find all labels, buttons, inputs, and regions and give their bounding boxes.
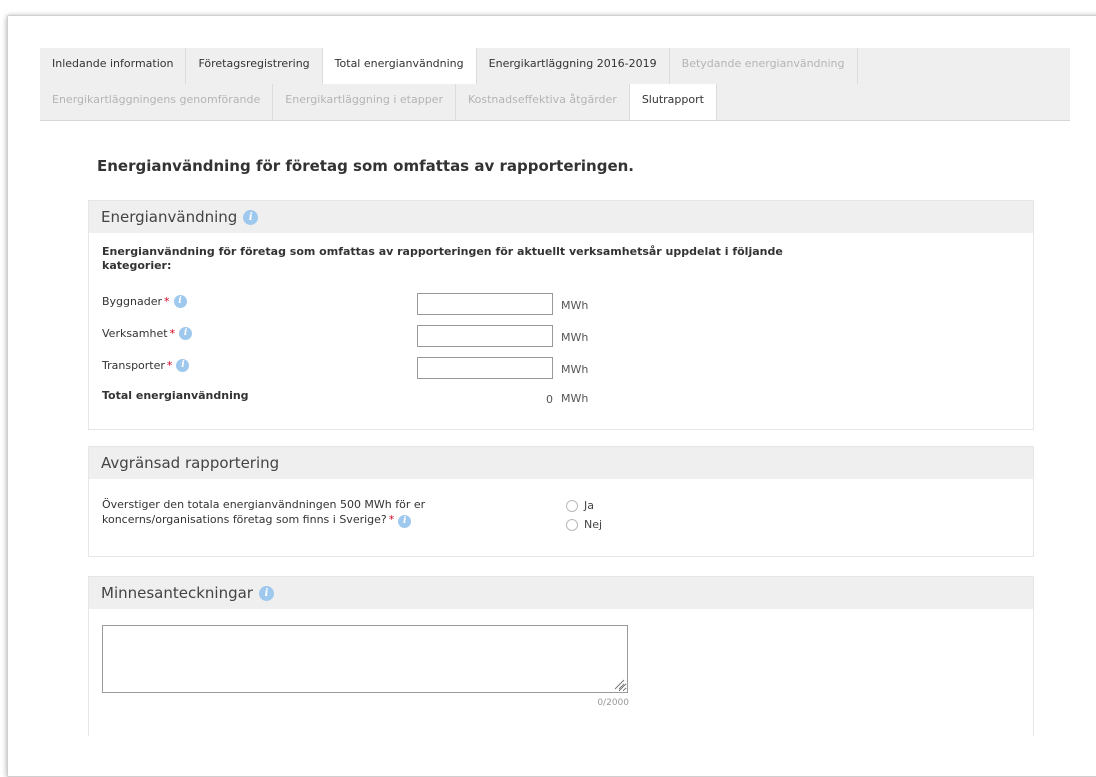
tab-kostnadseffektiva-atgarder[interactable]: Kostnadseffektiva åtgärder [455,84,630,120]
required-mark: * [169,327,176,340]
tab-row-1: Inledande information Företagsregistreri… [40,48,858,85]
tab-energikartlaggning-2016-2019[interactable]: Energikartläggning 2016-2019 [476,48,670,84]
limited-question-text: Överstiger den totala energianvändningen… [102,498,426,526]
limited-section-title: Avgränsad rapportering [101,454,280,472]
limited-reporting-section: Avgränsad rapportering Överstiger den to… [88,446,1034,557]
info-icon[interactable]: i [179,327,193,340]
tab-inledande-information[interactable]: Inledande information [40,48,187,84]
radio-button[interactable] [566,518,578,531]
notes-textarea[interactable] [102,625,628,693]
tab-energikartlaggningens-genomforande[interactable]: Energikartläggningens genomförande [40,84,274,120]
tab-betydande-energianvandning[interactable]: Betydande energianvändning [669,48,858,84]
total-value: 0 [546,393,553,406]
info-icon[interactable]: i [243,209,259,225]
info-icon[interactable]: i [173,295,187,308]
tab-total-energianvandning[interactable]: Total energianvändning [322,48,477,85]
field-label-text: Byggnader [102,295,163,308]
field-label-text: Transporter [102,359,165,372]
tab-row-2: Energikartläggningens genomförande Energ… [40,84,717,120]
radio-option-nej[interactable]: Nej [566,518,602,531]
radio-option-ja[interactable]: Ja [566,499,594,512]
energy-description: Energianvändning för företag som omfatta… [102,245,783,272]
notes-section-title: Minnesanteckningar [101,584,253,602]
unit-label: MWh [561,363,589,376]
tab-bar: Inledande information Företagsregistreri… [40,48,1070,121]
required-mark: * [166,359,173,372]
energy-section: Energianvändning i Energianvändning för … [88,200,1034,430]
tab-foretagsregistrering[interactable]: Företagsregistrering [186,48,323,84]
tab-slutrapport[interactable]: Slutrapport [629,84,717,120]
required-mark: * [388,513,395,526]
tab-energikartlaggning-i-etapper[interactable]: Energikartläggning i etapper [273,84,456,120]
notes-section-header: Minnesanteckningar i [89,577,1033,609]
info-icon[interactable]: i [258,585,274,601]
field-label-text: Verksamhet [102,327,168,340]
character-counter: 0/2000 [597,698,629,708]
field-label-verksamhet: Verksamhet * i [102,327,193,340]
unit-label: MWh [561,331,589,344]
verksamhet-input[interactable] [417,325,553,347]
field-label-transporter: Transporter * i [102,359,190,372]
energy-section-header: Energianvändning i [89,201,1033,233]
limited-question: Överstiger den totala energianvändningen… [102,497,482,528]
total-label: Total energianvändning [102,389,249,402]
transporter-input[interactable] [417,357,553,379]
required-mark: * [164,295,170,308]
info-icon[interactable]: i [398,515,412,528]
unit-label: MWh [561,299,589,312]
radio-label: Nej [584,518,603,531]
resize-grip-icon[interactable] [613,678,625,690]
field-label-byggnader: Byggnader * i [102,295,187,308]
radio-button[interactable] [566,499,578,512]
limited-section-header: Avgränsad rapportering [89,447,1033,479]
energy-section-title: Energianvändning [101,208,238,226]
notes-section: Minnesanteckningar i 0/2000 [88,576,1034,736]
page-title: Energianvändning för företag som omfatta… [97,157,635,175]
info-icon[interactable]: i [176,359,190,372]
byggnader-input[interactable] [417,293,553,315]
unit-label: MWh [561,392,589,405]
radio-label: Ja [584,499,594,512]
